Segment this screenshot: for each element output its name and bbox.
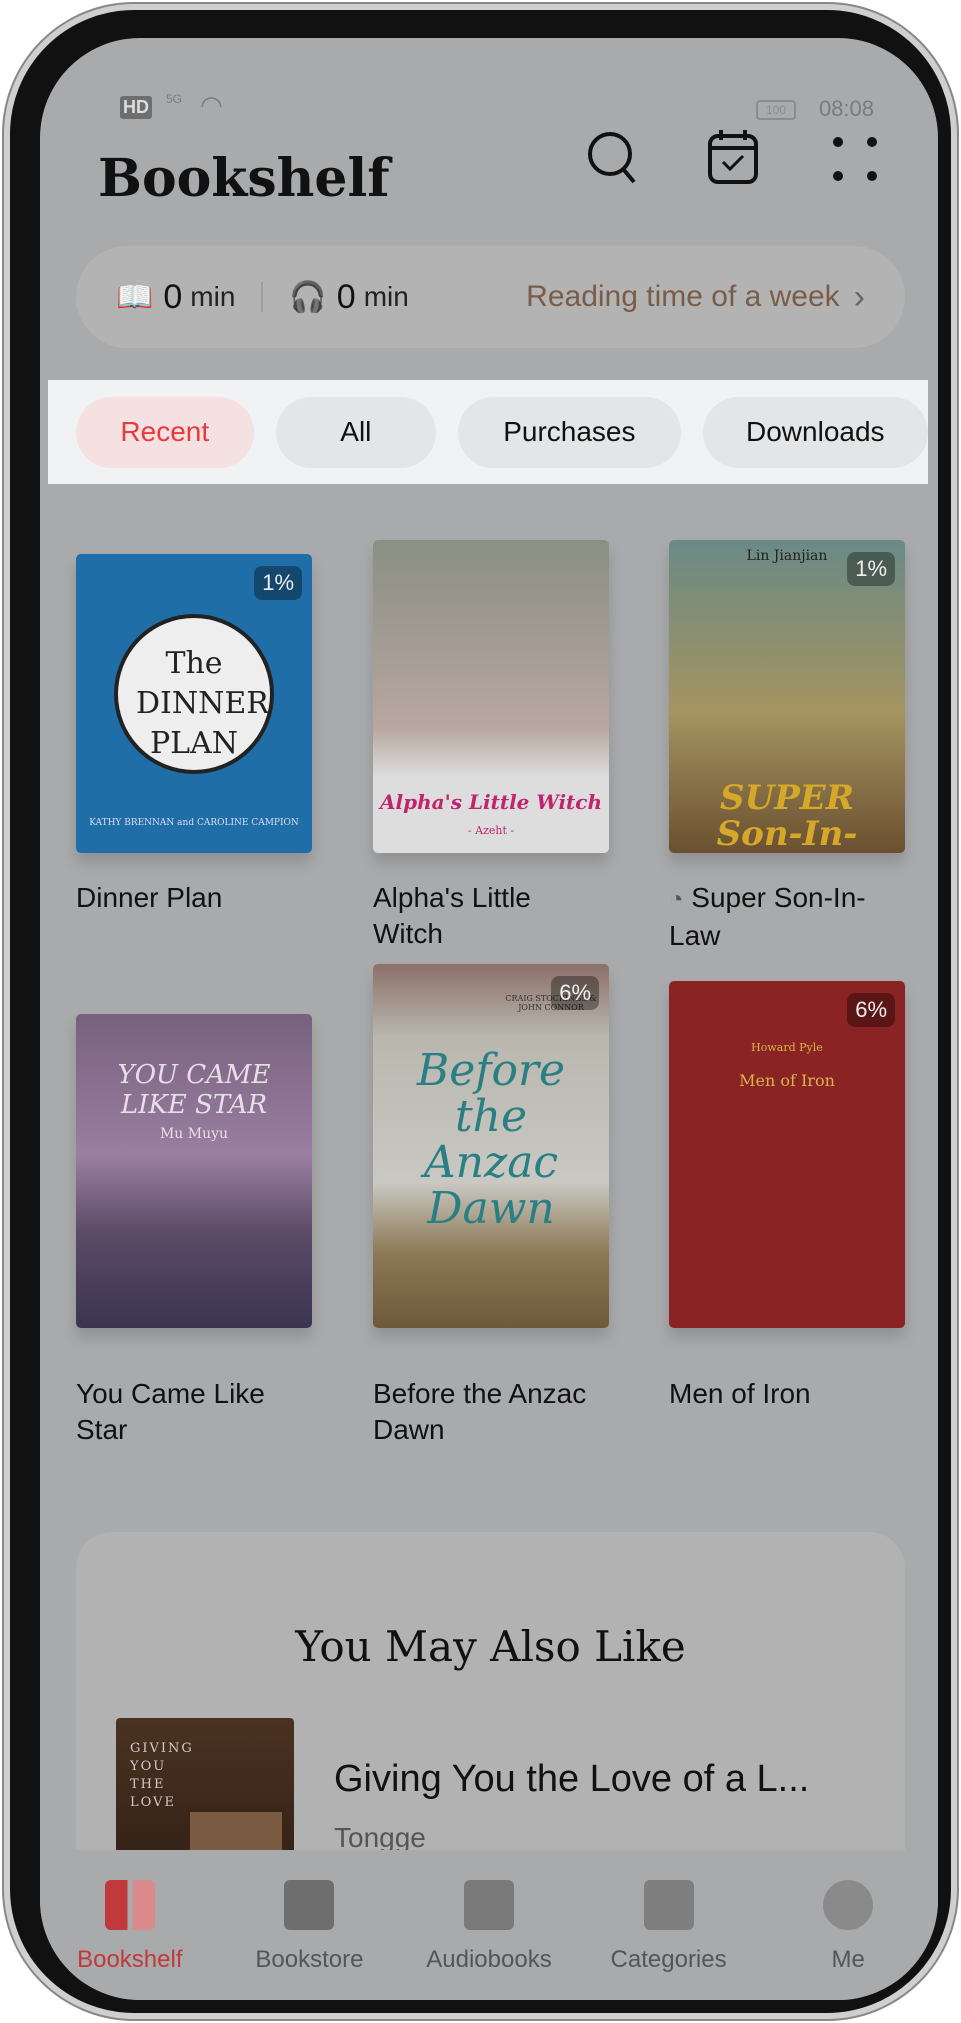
tab-all[interactable]: All bbox=[275, 396, 437, 468]
read-minutes: 0 bbox=[163, 277, 183, 316]
progress-badge: 1% bbox=[847, 552, 895, 586]
listen-minutes: 0 bbox=[336, 277, 356, 316]
progress-badge: 6% bbox=[847, 993, 895, 1027]
book-cover[interactable]: Lin Jianjian SUPER Son-In-Law 1% bbox=[669, 540, 905, 853]
screen: HD 5G ◠ 100 08:08 Bookshelf 📖 0 min 🎧 0 mi… bbox=[40, 38, 938, 2000]
book-title: ◔ Super Son-In-Law bbox=[669, 882, 866, 951]
status-bar: HD 5G ◠ 100 08:08 bbox=[90, 66, 888, 121]
headphones-icon: 🎧 bbox=[289, 280, 327, 314]
book-open-icon: 📖 bbox=[116, 280, 154, 314]
book-cover[interactable]: Howard Pyle Men of Iron 6% bbox=[669, 981, 905, 1328]
filter-tabs: Recent All Purchases Downloads bbox=[48, 380, 928, 484]
tab-recent[interactable]: Recent bbox=[76, 396, 254, 468]
avatar-icon bbox=[823, 1880, 874, 1930]
nav-categories[interactable]: Categories bbox=[579, 1850, 759, 2000]
bookshelf-icon bbox=[104, 1880, 155, 1930]
nav-audiobooks[interactable]: Audiobooks bbox=[399, 1850, 579, 2000]
progress-badge: 1% bbox=[254, 566, 302, 600]
more-grid-icon[interactable] bbox=[830, 134, 880, 184]
phone-frame: HD 5G ◠ 100 08:08 Bookshelf 📖 0 min 🎧 0 mi… bbox=[4, 4, 957, 2019]
book-cover[interactable]: The DINNER PLAN KATHY BRENNAN and CAROLI… bbox=[76, 554, 312, 853]
calendar-check-icon[interactable] bbox=[706, 126, 760, 186]
book-title: Men of Iron bbox=[669, 1378, 811, 1409]
bottom-nav: Bookshelf Bookstore Audiobooks Categorie… bbox=[40, 1850, 938, 2000]
audiobook-icon bbox=[463, 1880, 514, 1930]
clock: 08:08 bbox=[818, 96, 874, 121]
progress-badge: 6% bbox=[551, 976, 599, 1010]
nav-bookshelf[interactable]: Bookshelf bbox=[40, 1850, 220, 2000]
search-icon[interactable] bbox=[586, 130, 640, 188]
reading-time-bar[interactable]: 📖 0 min 🎧 0 min Reading time of a week › bbox=[76, 246, 905, 348]
book-cover[interactable]: YOU CAME LIKE STAR Mu Muyu bbox=[76, 1014, 312, 1328]
wifi-icon: ◠ bbox=[200, 90, 223, 120]
hd-indicator: HD bbox=[120, 96, 152, 119]
recommend-heading: You May Also Like bbox=[295, 1622, 686, 1671]
book-title: Before the Anzac Dawn bbox=[373, 1378, 587, 1445]
open-book-icon bbox=[284, 1880, 335, 1930]
divider bbox=[261, 282, 264, 312]
page-title: Bookshelf bbox=[98, 148, 390, 209]
read-unit: min bbox=[190, 281, 236, 312]
recommend-title[interactable]: Giving You the Love of a L... bbox=[334, 1758, 809, 1801]
progress-pie-icon: ◔ bbox=[669, 886, 684, 913]
book-title: Alpha's Little Witch bbox=[373, 882, 531, 949]
signal-icon: 5G bbox=[166, 92, 183, 106]
tab-downloads[interactable]: Downloads bbox=[702, 396, 928, 468]
tab-purchases[interactable]: Purchases bbox=[458, 396, 681, 468]
book-title: Dinner Plan bbox=[76, 882, 223, 913]
book-title: You Came Like Star bbox=[76, 1378, 265, 1445]
list-icon bbox=[643, 1880, 694, 1930]
battery-icon: 100 bbox=[756, 100, 796, 120]
nav-bookstore[interactable]: Bookstore bbox=[220, 1850, 400, 2000]
chevron-right-icon: › bbox=[853, 277, 865, 316]
reading-week-link[interactable]: Reading time of a week bbox=[526, 280, 840, 314]
nav-me[interactable]: Me bbox=[758, 1850, 938, 2000]
book-cover[interactable]: CRAIG STOCKINGS & JOHN CONNOR Before the… bbox=[373, 964, 609, 1328]
book-cover[interactable]: Alpha's Little Witch - Azeht - bbox=[373, 540, 609, 853]
listen-unit: min bbox=[363, 281, 409, 312]
